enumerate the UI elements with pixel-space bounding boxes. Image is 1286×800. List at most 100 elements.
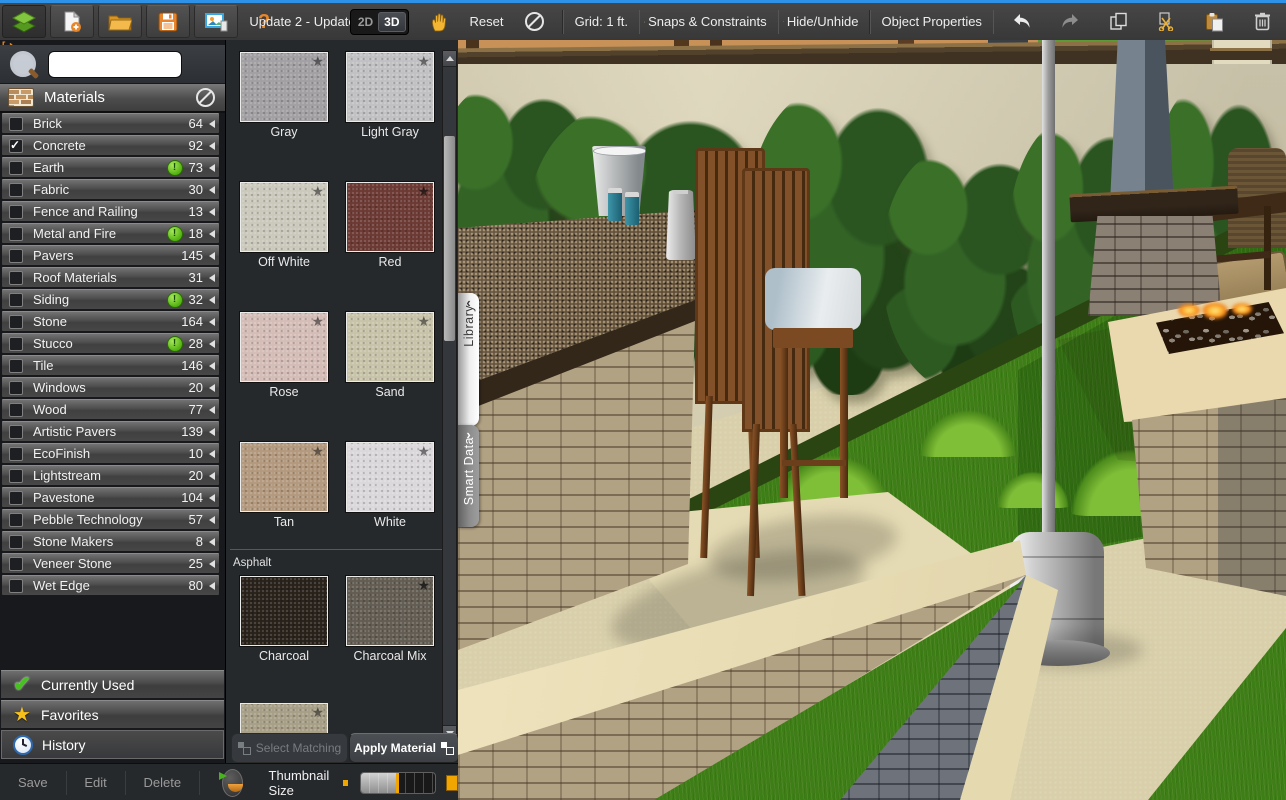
delete-material-button[interactable]: Delete bbox=[125, 775, 199, 790]
snaps-button[interactable]: Snaps & Constraints bbox=[645, 14, 774, 29]
category-checkbox[interactable] bbox=[9, 491, 23, 505]
swatch-sand[interactable]: ★ Sand bbox=[346, 312, 434, 399]
favorite-star-icon[interactable]: ★ bbox=[417, 53, 430, 70]
viewport-3d[interactable]: ‹ Library › Smart Data bbox=[458, 40, 1286, 800]
category-checkbox[interactable] bbox=[9, 359, 23, 373]
edit-material-button[interactable]: Edit bbox=[66, 775, 124, 790]
view-2d-button[interactable]: 2D bbox=[353, 13, 378, 31]
category-pebble-technology[interactable]: Pebble Technology57 bbox=[2, 509, 219, 529]
category-checkbox[interactable] bbox=[9, 403, 23, 417]
category-checkbox[interactable] bbox=[9, 205, 23, 219]
view-3d-button[interactable]: 3D bbox=[378, 12, 405, 32]
category-lightstream[interactable]: Lightstream20 bbox=[2, 465, 219, 485]
favorite-star-icon[interactable]: ★ bbox=[311, 183, 324, 200]
swatch-gray[interactable]: ★ Gray bbox=[240, 52, 328, 139]
category-checkbox[interactable] bbox=[9, 425, 23, 439]
category-checkbox[interactable] bbox=[9, 381, 23, 395]
swatch-off-white[interactable]: ★ Off White bbox=[240, 182, 328, 269]
category-tile[interactable]: Tile146 bbox=[2, 355, 219, 375]
category-checkbox[interactable] bbox=[9, 447, 23, 461]
thumbnail-size-slider[interactable] bbox=[360, 772, 436, 794]
favorite-star-icon[interactable]: ★ bbox=[417, 577, 430, 594]
disable-button[interactable] bbox=[512, 5, 556, 38]
undo-button[interactable] bbox=[1000, 5, 1044, 38]
swatch-red[interactable]: ★ Red bbox=[346, 182, 434, 269]
swatch-scrollbar[interactable] bbox=[442, 50, 457, 742]
category-wet-edge[interactable]: Wet Edge80 bbox=[2, 575, 219, 595]
favorite-star-icon[interactable]: ★ bbox=[311, 443, 324, 460]
slider-handle[interactable] bbox=[396, 773, 399, 793]
save-material-button[interactable]: Save bbox=[0, 775, 66, 790]
category-stone[interactable]: Stone164 bbox=[2, 311, 219, 331]
view-mode-toggle[interactable]: 2D 3D bbox=[350, 9, 409, 35]
apply-material-button[interactable]: Apply Material bbox=[349, 733, 459, 763]
reset-button[interactable]: Reset bbox=[463, 14, 511, 29]
favorite-star-icon[interactable]: ★ bbox=[311, 704, 324, 721]
favorite-star-icon[interactable]: ★ bbox=[417, 313, 430, 330]
category-checkbox[interactable] bbox=[9, 161, 23, 175]
category-checkbox[interactable] bbox=[9, 249, 23, 263]
category-siding[interactable]: Siding!32 bbox=[2, 289, 219, 309]
swatch-rose[interactable]: ★ Rose bbox=[240, 312, 328, 399]
hide-unhide-button[interactable]: Hide/Unhide bbox=[784, 14, 866, 29]
category-ecofinish[interactable]: EcoFinish10 bbox=[2, 443, 219, 463]
materials-header[interactable]: Materials bbox=[0, 84, 225, 113]
delete-button[interactable] bbox=[1240, 5, 1284, 38]
category-roof-materials[interactable]: Roof Materials31 bbox=[2, 267, 219, 287]
pan-button[interactable] bbox=[417, 5, 461, 38]
cut-button[interactable] bbox=[1144, 5, 1188, 38]
category-wood[interactable]: Wood77 bbox=[2, 399, 219, 419]
category-checkbox[interactable] bbox=[9, 337, 23, 351]
paste-button[interactable] bbox=[1192, 5, 1236, 38]
grid-button[interactable]: Grid: 1 ft. bbox=[568, 14, 635, 29]
apply-bucket-icon[interactable] bbox=[222, 769, 243, 797]
favorite-star-icon[interactable]: ★ bbox=[311, 53, 324, 70]
category-concrete[interactable]: Concrete92 bbox=[2, 135, 219, 155]
select-matching-button[interactable]: Select Matching bbox=[231, 733, 348, 763]
open-file-button[interactable] bbox=[98, 5, 142, 38]
category-windows[interactable]: Windows20 bbox=[2, 377, 219, 397]
category-checkbox[interactable] bbox=[9, 315, 23, 329]
search-box[interactable] bbox=[48, 51, 182, 78]
scrollbar-thumb[interactable] bbox=[444, 136, 455, 341]
category-earth[interactable]: Earth!73 bbox=[2, 157, 219, 177]
category-pavestone[interactable]: Pavestone104 bbox=[2, 487, 219, 507]
category-checkbox[interactable] bbox=[9, 139, 23, 153]
category-artistic-pavers[interactable]: Artistic Pavers139 bbox=[2, 421, 219, 441]
tab-smart-data[interactable]: › Smart Data bbox=[458, 425, 479, 527]
app-logo[interactable] bbox=[2, 5, 46, 38]
copy-button[interactable] bbox=[1096, 5, 1140, 38]
clear-filter-icon[interactable] bbox=[196, 88, 215, 107]
swatch-partial[interactable]: ★ bbox=[240, 703, 328, 733]
favorite-star-icon[interactable]: ★ bbox=[417, 443, 430, 460]
scroll-up-button[interactable] bbox=[443, 51, 456, 67]
swatch-white[interactable]: ★ White bbox=[346, 442, 434, 529]
swatch-light-gray[interactable]: ★ Light Gray bbox=[346, 52, 434, 139]
category-checkbox[interactable] bbox=[9, 227, 23, 241]
category-checkbox[interactable] bbox=[9, 535, 23, 549]
search-input[interactable] bbox=[49, 52, 182, 77]
category-checkbox[interactable] bbox=[9, 469, 23, 483]
favorites-button[interactable]: ★Favorites bbox=[1, 700, 224, 728]
swatch-tan[interactable]: ★ Tan bbox=[240, 442, 328, 529]
tab-library[interactable]: ‹ Library bbox=[458, 293, 479, 426]
currently-used-button[interactable]: ✔Currently Used bbox=[1, 670, 224, 698]
category-checkbox[interactable] bbox=[9, 183, 23, 197]
category-checkbox[interactable] bbox=[9, 271, 23, 285]
redo-button[interactable] bbox=[1048, 5, 1092, 38]
swatch-charcoal-mix[interactable]: ★ Charcoal Mix bbox=[346, 576, 434, 663]
favorite-star-icon[interactable]: ★ bbox=[417, 183, 430, 200]
screenshot-button[interactable] bbox=[194, 5, 238, 38]
favorite-star-icon[interactable]: ★ bbox=[311, 313, 324, 330]
category-checkbox[interactable] bbox=[9, 513, 23, 527]
category-pavers[interactable]: Pavers145 bbox=[2, 245, 219, 265]
history-button[interactable]: History bbox=[1, 730, 224, 759]
category-brick[interactable]: Brick64 bbox=[2, 113, 219, 133]
category-metal-and-fire[interactable]: Metal and Fire!18 bbox=[2, 223, 219, 243]
save-button[interactable] bbox=[146, 5, 190, 38]
category-stucco[interactable]: Stucco!28 bbox=[2, 333, 219, 353]
category-checkbox[interactable] bbox=[9, 293, 23, 307]
file-title-group[interactable]: Update 2 - Update 2.sav bbox=[298, 5, 342, 38]
category-fabric[interactable]: Fabric30 bbox=[2, 179, 219, 199]
category-veneer-stone[interactable]: Veneer Stone25 bbox=[2, 553, 219, 573]
